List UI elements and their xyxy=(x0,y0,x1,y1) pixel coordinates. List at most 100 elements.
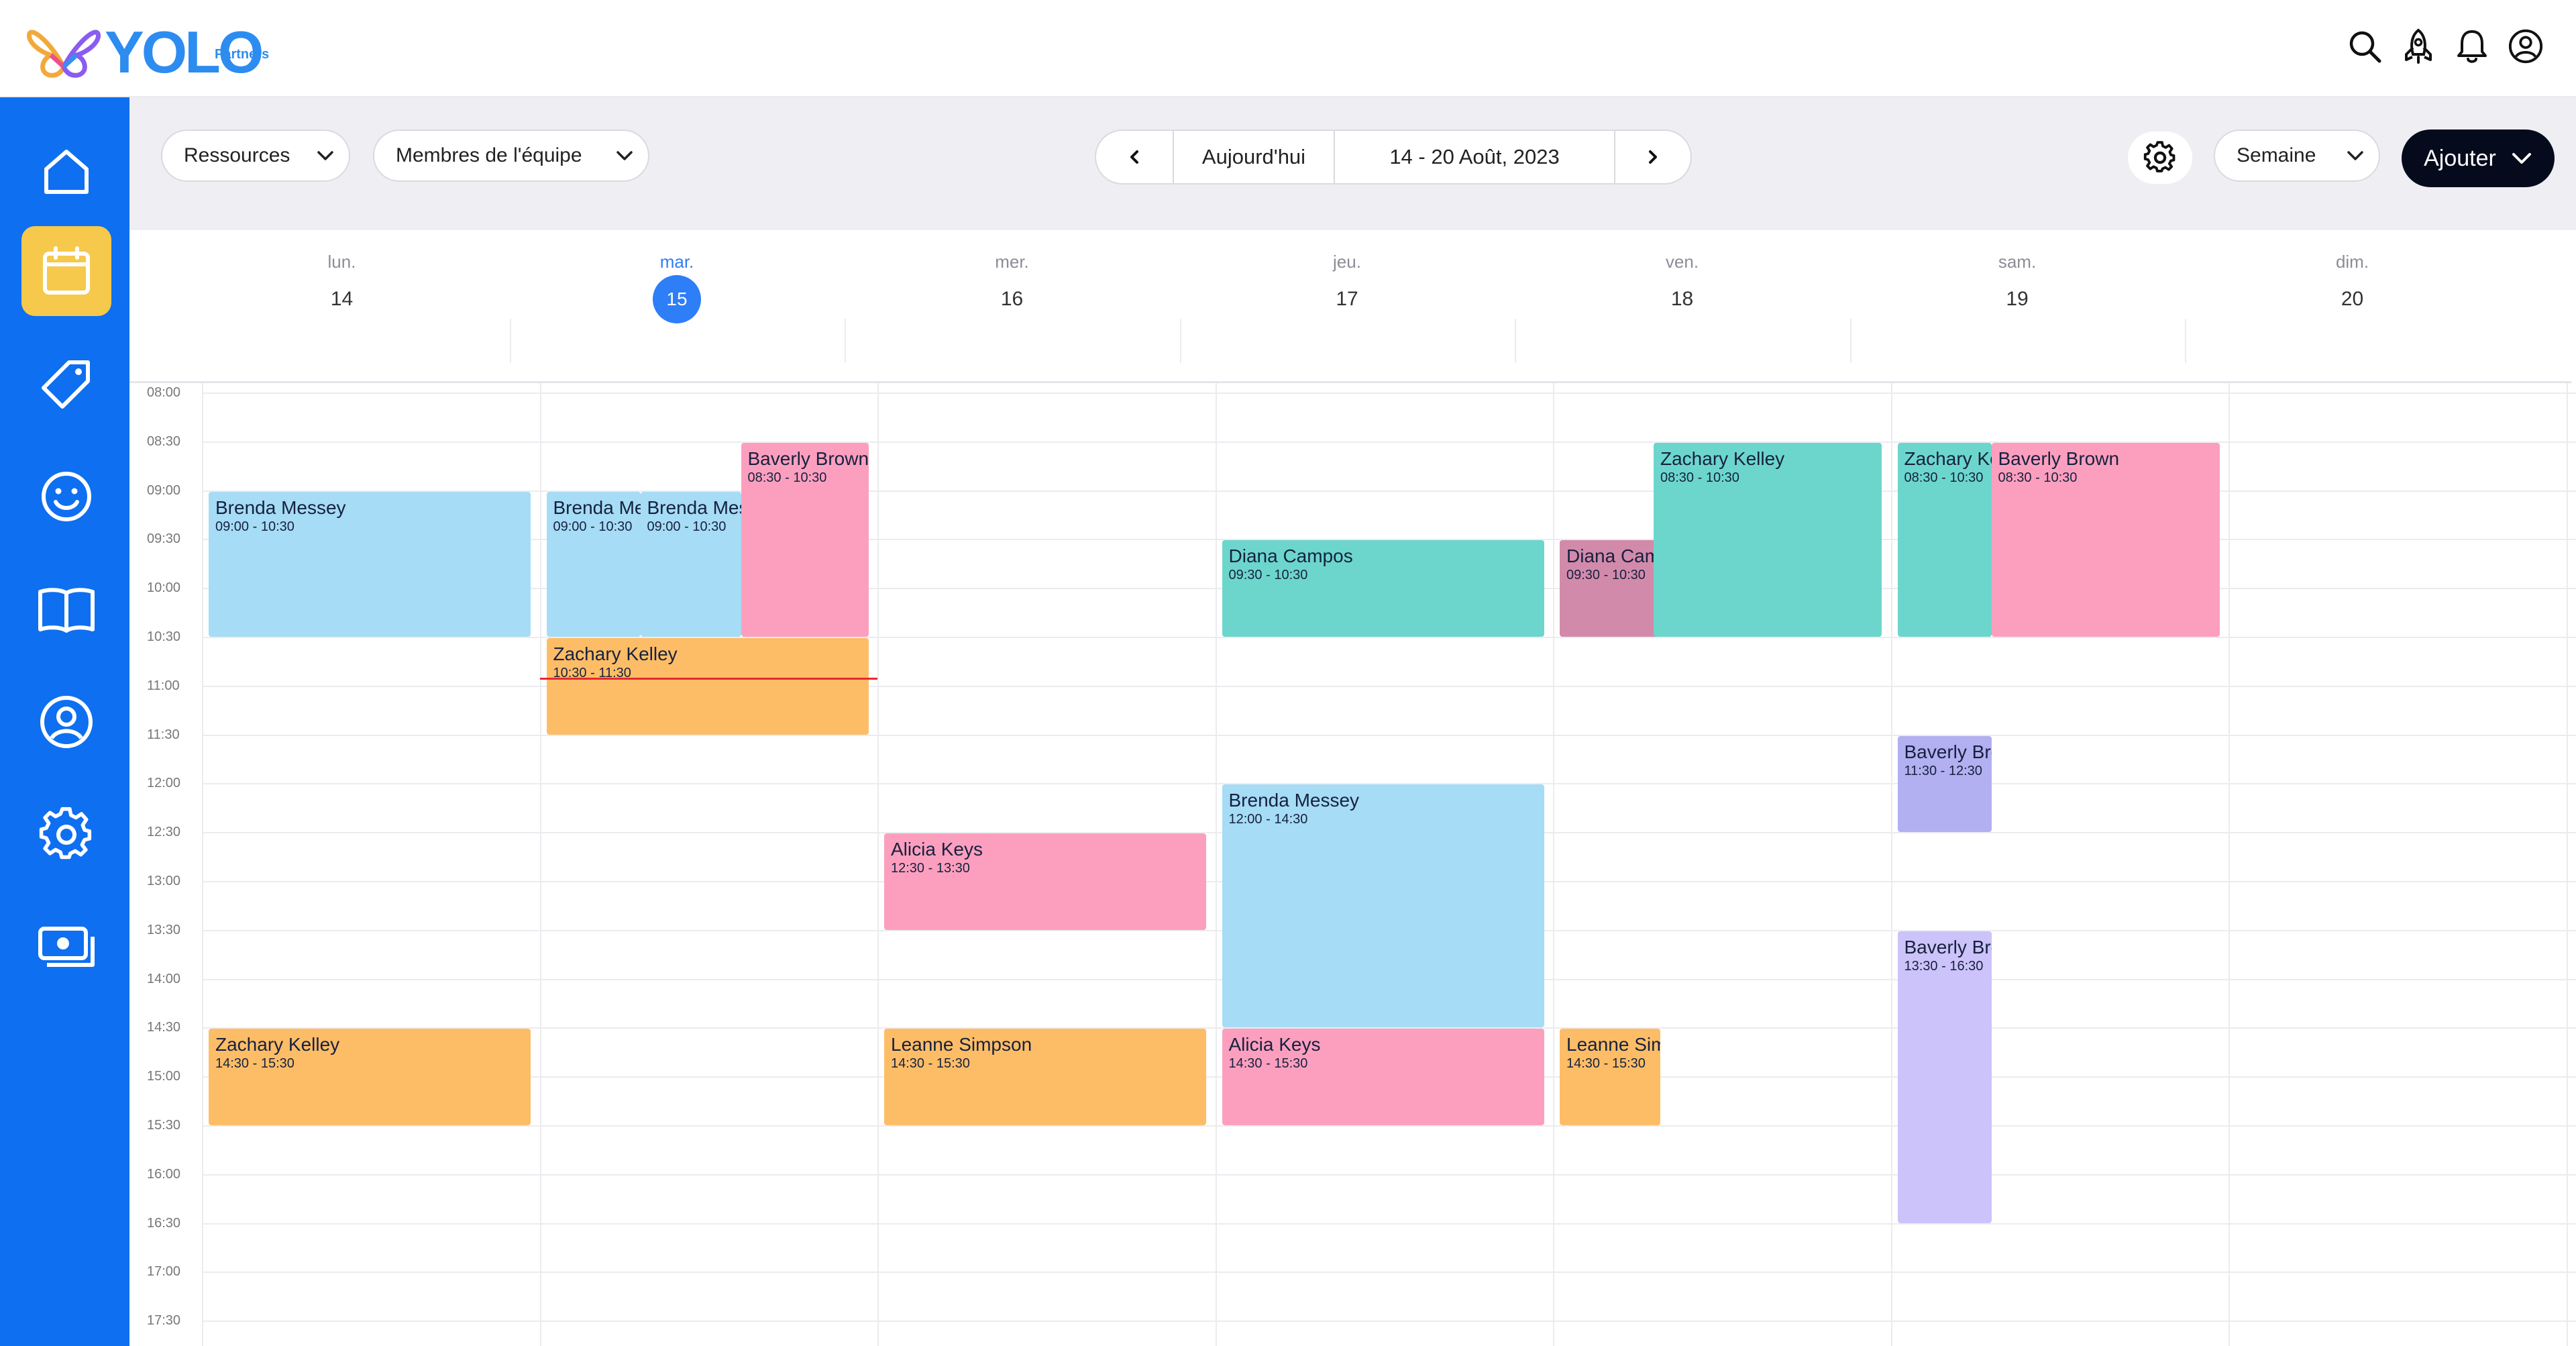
header-separator xyxy=(1179,319,1181,363)
team-members-dropdown-label: Membres de l'équipe xyxy=(396,144,582,166)
user-circle-icon[interactable] xyxy=(2508,24,2544,68)
gear-icon xyxy=(39,807,92,860)
hour-gridline xyxy=(202,1223,2576,1225)
calendar-event[interactable]: Brenda Messey 12:00 - 14:30 xyxy=(1222,784,1544,1028)
day-header-17[interactable]: jeu. 17 xyxy=(1180,230,1515,368)
search-icon[interactable] xyxy=(2347,24,2383,68)
resources-dropdown-label: Ressources xyxy=(184,144,290,166)
event-title: Leanne Simpson xyxy=(891,1034,1032,1055)
sidebar-item-home[interactable] xyxy=(21,125,111,215)
day-header-19[interactable]: sam. 19 xyxy=(1850,230,2185,368)
user-circle-icon xyxy=(40,696,93,748)
rocket-icon[interactable] xyxy=(2400,24,2436,68)
next-week-button[interactable] xyxy=(1615,131,1690,183)
calendar-event[interactable]: Baverly Brown 08:30 - 10:30 xyxy=(1991,442,2220,637)
calendar-event[interactable]: Baverly Brown11:30 - 12:30 xyxy=(1897,735,1992,833)
day-name: lun. xyxy=(327,252,356,272)
calendar-event[interactable]: Leanne Simpson14:30 - 15:30 xyxy=(884,1029,1206,1125)
sidebar xyxy=(0,97,129,1346)
day-header-14[interactable]: lun. 14 xyxy=(174,230,509,368)
time-label: 14:30 xyxy=(147,1020,181,1035)
smiley-icon xyxy=(42,472,91,521)
top-header: YOLO Partners xyxy=(0,0,2576,97)
calendar-event[interactable]: Zachary Kelley 14:30 - 15:30 xyxy=(209,1029,531,1125)
chevron-down-icon xyxy=(601,150,648,162)
date-range-label[interactable]: 14 - 20 Août, 2023 xyxy=(1335,131,1615,183)
team-members-dropdown[interactable]: Membres de l'équipe xyxy=(373,130,649,182)
view-mode-label: Semaine xyxy=(2237,144,2316,166)
time-label: 10:00 xyxy=(147,580,181,596)
day-name: jeu. xyxy=(1333,252,1361,272)
calendar-event[interactable]: Baverly Brown 08:30 - 10:30 xyxy=(741,442,869,637)
gear-icon xyxy=(2143,141,2176,172)
calendar-event[interactable]: Diana Campos09:30 - 10:30 xyxy=(1222,540,1544,637)
sidebar-item-calendar[interactable] xyxy=(21,226,111,316)
header-separator xyxy=(845,319,846,363)
time-label: 16:00 xyxy=(147,1166,181,1182)
time-label: 08:30 xyxy=(147,433,181,449)
event-time: 09:00 - 10:30 xyxy=(215,519,294,534)
calendar-event[interactable]: Diana Campos09:30 - 10:30 xyxy=(1560,540,1660,637)
bell-icon[interactable] xyxy=(2454,24,2490,68)
calendar-event[interactable]: Brenda Messey09:00 - 10:30 xyxy=(209,491,531,637)
calendar-icon xyxy=(43,246,90,295)
calendar-event[interactable]: Brenda Messey09:00 - 10:30 xyxy=(640,491,741,637)
day-header-15[interactable]: mar. 15 xyxy=(510,230,845,368)
calendar-event[interactable]: Baverly Brown13:30 - 16:30 xyxy=(1897,931,1992,1223)
day-date: 18 xyxy=(1670,288,1694,310)
today-date-badge: 15 xyxy=(653,275,701,323)
calendar-event[interactable]: Zachary Kelley08:30 - 10:30 xyxy=(1654,442,1882,637)
calendar-event[interactable]: Zachary Kelley 10:30 - 11:30 xyxy=(546,638,869,735)
sidebar-item-catalog[interactable] xyxy=(21,564,111,654)
day-header-20[interactable]: dim. 20 xyxy=(2185,230,2520,368)
time-label: 10:30 xyxy=(147,629,181,644)
event-title: Brenda Messey xyxy=(215,497,346,518)
home-icon xyxy=(44,150,89,194)
event-title: Baverly Brown xyxy=(1904,741,1992,762)
day-name: sam. xyxy=(1998,252,2037,272)
header-separator xyxy=(1849,319,1851,363)
time-label: 13:30 xyxy=(147,922,181,937)
time-label: 12:00 xyxy=(147,776,181,791)
hour-gridline xyxy=(202,393,2576,394)
date-navigation: Aujourd'hui 14 - 20 Août, 2023 xyxy=(1095,130,1692,185)
chevron-left-icon xyxy=(1130,150,1138,164)
event-time: 11:30 - 12:30 xyxy=(1904,763,1982,778)
calendar-event[interactable]: Alicia Keys 14:30 - 15:30 xyxy=(1222,1029,1544,1125)
day-gridline xyxy=(1215,383,1217,1346)
sidebar-item-tags[interactable] xyxy=(21,339,111,429)
previous-week-button[interactable] xyxy=(1096,131,1174,183)
day-name: mer. xyxy=(995,252,1029,272)
sidebar-item-clients[interactable] xyxy=(21,452,111,541)
view-mode-dropdown[interactable]: Semaine xyxy=(2214,130,2380,182)
day-date: 16 xyxy=(1000,288,1024,310)
add-button[interactable]: Ajouter xyxy=(2402,130,2555,187)
day-gridline xyxy=(539,383,541,1346)
today-button[interactable]: Aujourd'hui xyxy=(1174,131,1335,183)
time-label: 09:30 xyxy=(147,531,181,547)
event-time: 09:30 - 10:30 xyxy=(1566,568,1646,583)
calendar-settings-button[interactable] xyxy=(2128,132,2192,184)
time-label: 17:00 xyxy=(147,1264,181,1280)
time-label: 13:00 xyxy=(147,874,181,888)
sidebar-item-profile[interactable] xyxy=(21,677,111,767)
resources-dropdown[interactable]: Ressources xyxy=(161,130,350,182)
day-date: 17 xyxy=(1336,288,1358,310)
day-date: 19 xyxy=(2006,288,2029,310)
event-title: Alicia Keys xyxy=(1228,1034,1321,1055)
day-header-16[interactable]: mer. 16 xyxy=(845,230,1179,368)
sidebar-item-payments[interactable] xyxy=(21,902,111,992)
calendar-event[interactable]: Brenda Messey09:00 - 10:30 xyxy=(546,491,641,637)
calendar-event[interactable]: Alicia Keys 12:30 - 13:30 xyxy=(884,833,1206,930)
event-time: 12:30 - 13:30 xyxy=(891,861,970,876)
brand-logo[interactable]: YOLO Partners xyxy=(27,19,282,86)
calendar-event[interactable]: Zachary Kelley08:30 - 10:30 xyxy=(1897,442,1992,637)
butterfly-logo-icon xyxy=(27,30,101,78)
time-label: 08:00 xyxy=(147,385,181,400)
calendar-event[interactable]: Leanne Simpson14:30 - 15:30 xyxy=(1560,1029,1660,1125)
day-header-18[interactable]: ven. 18 xyxy=(1515,230,1849,368)
sidebar-item-settings[interactable] xyxy=(21,790,111,880)
time-label: 17:30 xyxy=(147,1313,181,1329)
day-name: mar. xyxy=(659,252,694,272)
week-calendar: lun. 14 mar. 15 mer. 16 jeu. 17 ven. 18 sam. 19 dim.… xyxy=(129,230,2576,1346)
